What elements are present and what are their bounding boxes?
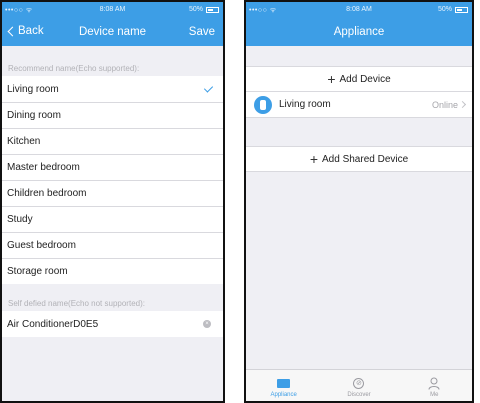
battery-indicator: 50%: [189, 6, 219, 13]
person-icon: [428, 377, 440, 390]
tab-label: Me: [430, 392, 439, 398]
tab-me[interactable]: Me: [397, 370, 472, 401]
tab-discover[interactable]: ⊘ Discover: [321, 370, 396, 401]
add-shared-device-button[interactable]: + Add Shared Device: [246, 147, 472, 171]
clear-icon[interactable]: ×: [203, 320, 211, 328]
room-label: Master bedroom: [7, 162, 80, 173]
plus-icon: +: [327, 71, 336, 87]
custom-name-list: Air ConditionerD0E5 ×: [2, 311, 223, 337]
chevron-right-icon: [458, 100, 467, 109]
custom-section-header: Self defied name(Echo not supported):: [8, 299, 145, 308]
room-option-children-bedroom[interactable]: Children bedroom: [2, 180, 223, 206]
tab-icon-wrap: [428, 377, 440, 390]
device-name: Living room: [279, 99, 331, 110]
add-device-card: + Add Device Living room Online: [246, 66, 472, 118]
add-device-label: Add Device: [339, 73, 391, 85]
status-bar: •••○○ ᯤ 8:08 AM 50%: [246, 2, 472, 20]
room-option-dining-room[interactable]: Dining room: [2, 102, 223, 128]
room-option-kitchen[interactable]: Kitchen: [2, 128, 223, 154]
plus-icon: +: [309, 151, 318, 167]
tab-appliance[interactable]: Appliance: [246, 370, 321, 401]
room-label: Kitchen: [7, 136, 41, 147]
add-shared-card: + Add Shared Device: [246, 146, 472, 172]
tab-icon-wrap: ⊘: [353, 377, 365, 390]
status-bar: •••○○ ᯤ 8:08 AM 50%: [2, 2, 223, 20]
device-name-screen: •••○○ ᯤ 8:08 AM 50% Back Device name Sav…: [0, 0, 225, 403]
battery-icon: [206, 6, 219, 13]
compass-icon: ⊘: [353, 378, 365, 389]
appliance-icon: [277, 379, 291, 388]
room-label: Children bedroom: [7, 188, 87, 199]
tab-bar: Appliance ⊘ Discover Me: [246, 369, 472, 401]
battery-indicator: 50%: [438, 6, 468, 13]
custom-name-value: Air ConditionerD0E5: [7, 318, 99, 330]
custom-name-field[interactable]: Air ConditionerD0E5 ×: [2, 311, 223, 337]
save-button[interactable]: Save: [189, 26, 215, 38]
checkmark-icon: [203, 83, 214, 93]
battery-percent: 50%: [437, 6, 452, 13]
room-list: Living room Dining room Kitchen Master b…: [2, 76, 223, 284]
room-option-storage-room[interactable]: Storage room: [2, 258, 223, 284]
add-device-button[interactable]: + Add Device: [246, 67, 472, 91]
room-label: Guest bedroom: [7, 240, 76, 251]
room-option-master-bedroom[interactable]: Master bedroom: [2, 154, 223, 180]
device-status: Online: [431, 100, 458, 110]
room-label: Storage room: [7, 266, 68, 277]
tab-label: Discover: [347, 392, 371, 398]
air-conditioner-icon: [254, 95, 272, 114]
room-option-study[interactable]: Study: [2, 206, 223, 232]
room-option-living-room[interactable]: Living room: [2, 76, 223, 102]
nav-bar: •••○○ ᯤ 8:08 AM 50% Appliance: [246, 2, 472, 46]
room-option-guest-bedroom[interactable]: Guest bedroom: [2, 232, 223, 258]
appliance-screen: •••○○ ᯤ 8:08 AM 50% Appliance + Add Devi…: [244, 0, 474, 403]
page-title: Appliance: [333, 26, 385, 38]
tab-icon-wrap: [277, 377, 291, 390]
room-label: Study: [7, 214, 33, 225]
recommend-section-header: Recommend name(Echo supported):: [8, 64, 140, 73]
room-label: Living room: [7, 83, 59, 95]
battery-percent: 50%: [188, 6, 203, 13]
room-label: Dining room: [7, 110, 61, 121]
device-row-living-room[interactable]: Living room Online: [246, 91, 472, 117]
nav-bar: •••○○ ᯤ 8:08 AM 50% Back Device name Sav…: [2, 2, 223, 46]
tab-label: Appliance: [270, 392, 297, 398]
add-shared-label: Add Shared Device: [322, 153, 409, 165]
battery-icon: [455, 6, 468, 13]
